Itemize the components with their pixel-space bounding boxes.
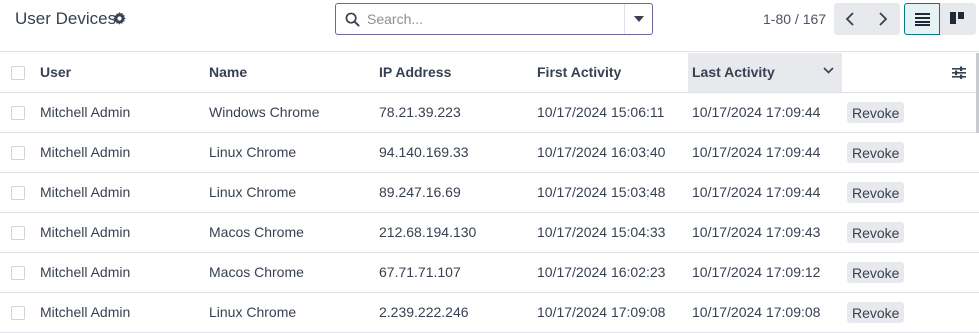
cell-user: Mitchell Admin <box>36 252 205 293</box>
control-panel: User Devices 1-80 / 167 <box>0 0 979 52</box>
row-select-cell <box>0 172 36 213</box>
row-select-cell <box>0 252 36 293</box>
search-options-toggle[interactable] <box>625 4 653 34</box>
cell-first-activity: 10/17/2024 16:02:23 <box>533 252 688 293</box>
cell-user: Mitchell Admin <box>36 92 205 133</box>
cell-last-activity: 10/17/2024 17:09:44 <box>688 172 842 213</box>
sort-descending-icon <box>823 67 834 74</box>
cell-actions: Revoke <box>842 132 979 173</box>
column-header-user[interactable]: User <box>36 53 205 93</box>
table-row[interactable]: Mitchell Admin Windows Chrome 78.21.39.2… <box>0 92 979 133</box>
cell-name: Windows Chrome <box>205 92 375 133</box>
cell-first-activity: 10/17/2024 15:03:48 <box>533 172 688 213</box>
chevron-right-icon <box>879 12 888 26</box>
table-row[interactable]: Mitchell Admin Macos Chrome 67.71.71.107… <box>0 252 979 293</box>
cell-ip-address: 212.68.194.130 <box>375 212 533 253</box>
search-icon <box>345 12 360 27</box>
pager-value[interactable]: 1-80 / 167 <box>763 11 826 27</box>
cell-user: Mitchell Admin <box>36 172 205 213</box>
list-view-icon <box>915 13 930 26</box>
caret-down-icon <box>634 16 644 22</box>
search-bar <box>335 3 653 35</box>
column-header-first-activity[interactable]: First Activity <box>533 53 688 93</box>
cell-name: Linux Chrome <box>205 292 375 333</box>
cell-first-activity: 10/17/2024 15:06:11 <box>533 92 688 133</box>
revoke-button[interactable]: Revoke <box>847 221 905 243</box>
cell-first-activity: 10/17/2024 17:09:08 <box>533 292 688 333</box>
page-title: User Devices <box>15 9 117 28</box>
revoke-button[interactable]: Revoke <box>847 101 905 123</box>
table-row[interactable]: Mitchell Admin Macos Chrome 212.68.194.1… <box>0 212 979 253</box>
row-checkbox[interactable] <box>11 306 25 321</box>
table-row[interactable]: Mitchell Admin Linux Chrome 2.239.222.24… <box>0 292 979 333</box>
devices-table: User Name IP Address First Activity Last… <box>0 53 979 333</box>
cell-actions: Revoke <box>842 292 979 333</box>
pager-next-button[interactable] <box>867 3 900 35</box>
row-select-cell <box>0 132 36 173</box>
cell-last-activity: 10/17/2024 17:09:44 <box>688 132 842 173</box>
kanban-view-icon <box>950 12 964 24</box>
row-checkbox[interactable] <box>11 146 25 161</box>
row-select-cell <box>0 292 36 333</box>
cell-actions: Revoke <box>842 92 979 133</box>
table-row[interactable]: Mitchell Admin Linux Chrome 94.140.169.3… <box>0 132 979 173</box>
cell-ip-address: 78.21.39.223 <box>375 92 533 133</box>
revoke-button[interactable]: Revoke <box>847 141 905 163</box>
gear-icon[interactable] <box>113 12 126 25</box>
table-header-row: User Name IP Address First Activity Last… <box>0 53 979 93</box>
cell-last-activity: 10/17/2024 17:09:08 <box>688 292 842 333</box>
cell-ip-address: 67.71.71.107 <box>375 252 533 293</box>
cell-name: Linux Chrome <box>205 172 375 213</box>
revoke-button[interactable]: Revoke <box>847 301 905 323</box>
row-checkbox[interactable] <box>11 266 25 281</box>
row-select-cell <box>0 92 36 133</box>
cell-name: Linux Chrome <box>205 132 375 173</box>
cell-ip-address: 94.140.169.33 <box>375 132 533 173</box>
list-view-button[interactable] <box>904 3 940 35</box>
row-checkbox[interactable] <box>11 226 25 241</box>
cell-user: Mitchell Admin <box>36 212 205 253</box>
cell-last-activity: 10/17/2024 17:09:43 <box>688 212 842 253</box>
revoke-button[interactable]: Revoke <box>847 181 905 203</box>
cell-ip-address: 2.239.222.246 <box>375 292 533 333</box>
row-checkbox[interactable] <box>11 186 25 201</box>
column-header-last-activity[interactable]: Last Activity <box>688 53 842 93</box>
row-checkbox[interactable] <box>11 106 25 121</box>
cell-first-activity: 10/17/2024 15:04:33 <box>533 212 688 253</box>
cell-user: Mitchell Admin <box>36 132 205 173</box>
optional-columns-icon[interactable] <box>952 66 966 79</box>
column-header-name[interactable]: Name <box>205 53 375 93</box>
cell-last-activity: 10/17/2024 17:09:12 <box>688 252 842 293</box>
cell-actions: Revoke <box>842 252 979 293</box>
cell-ip-address: 89.247.16.69 <box>375 172 533 213</box>
cell-name: Macos Chrome <box>205 212 375 253</box>
search-input[interactable] <box>367 9 617 29</box>
cell-last-activity: 10/17/2024 17:09:44 <box>688 92 842 133</box>
select-all-checkbox[interactable] <box>11 66 25 81</box>
column-header-ip-address[interactable]: IP Address <box>375 53 533 93</box>
cell-user: Mitchell Admin <box>36 292 205 333</box>
cell-first-activity: 10/17/2024 16:03:40 <box>533 132 688 173</box>
select-all-cell <box>0 53 36 93</box>
cell-actions: Revoke <box>842 212 979 253</box>
pager-previous-button[interactable] <box>834 3 867 35</box>
row-select-cell <box>0 212 36 253</box>
cell-name: Macos Chrome <box>205 252 375 293</box>
chevron-left-icon <box>845 12 854 26</box>
kanban-view-button[interactable] <box>940 3 976 35</box>
cell-actions: Revoke <box>842 172 979 213</box>
table-row[interactable]: Mitchell Admin Linux Chrome 89.247.16.69… <box>0 172 979 213</box>
revoke-button[interactable]: Revoke <box>847 261 905 283</box>
optional-columns-cell <box>842 53 979 93</box>
